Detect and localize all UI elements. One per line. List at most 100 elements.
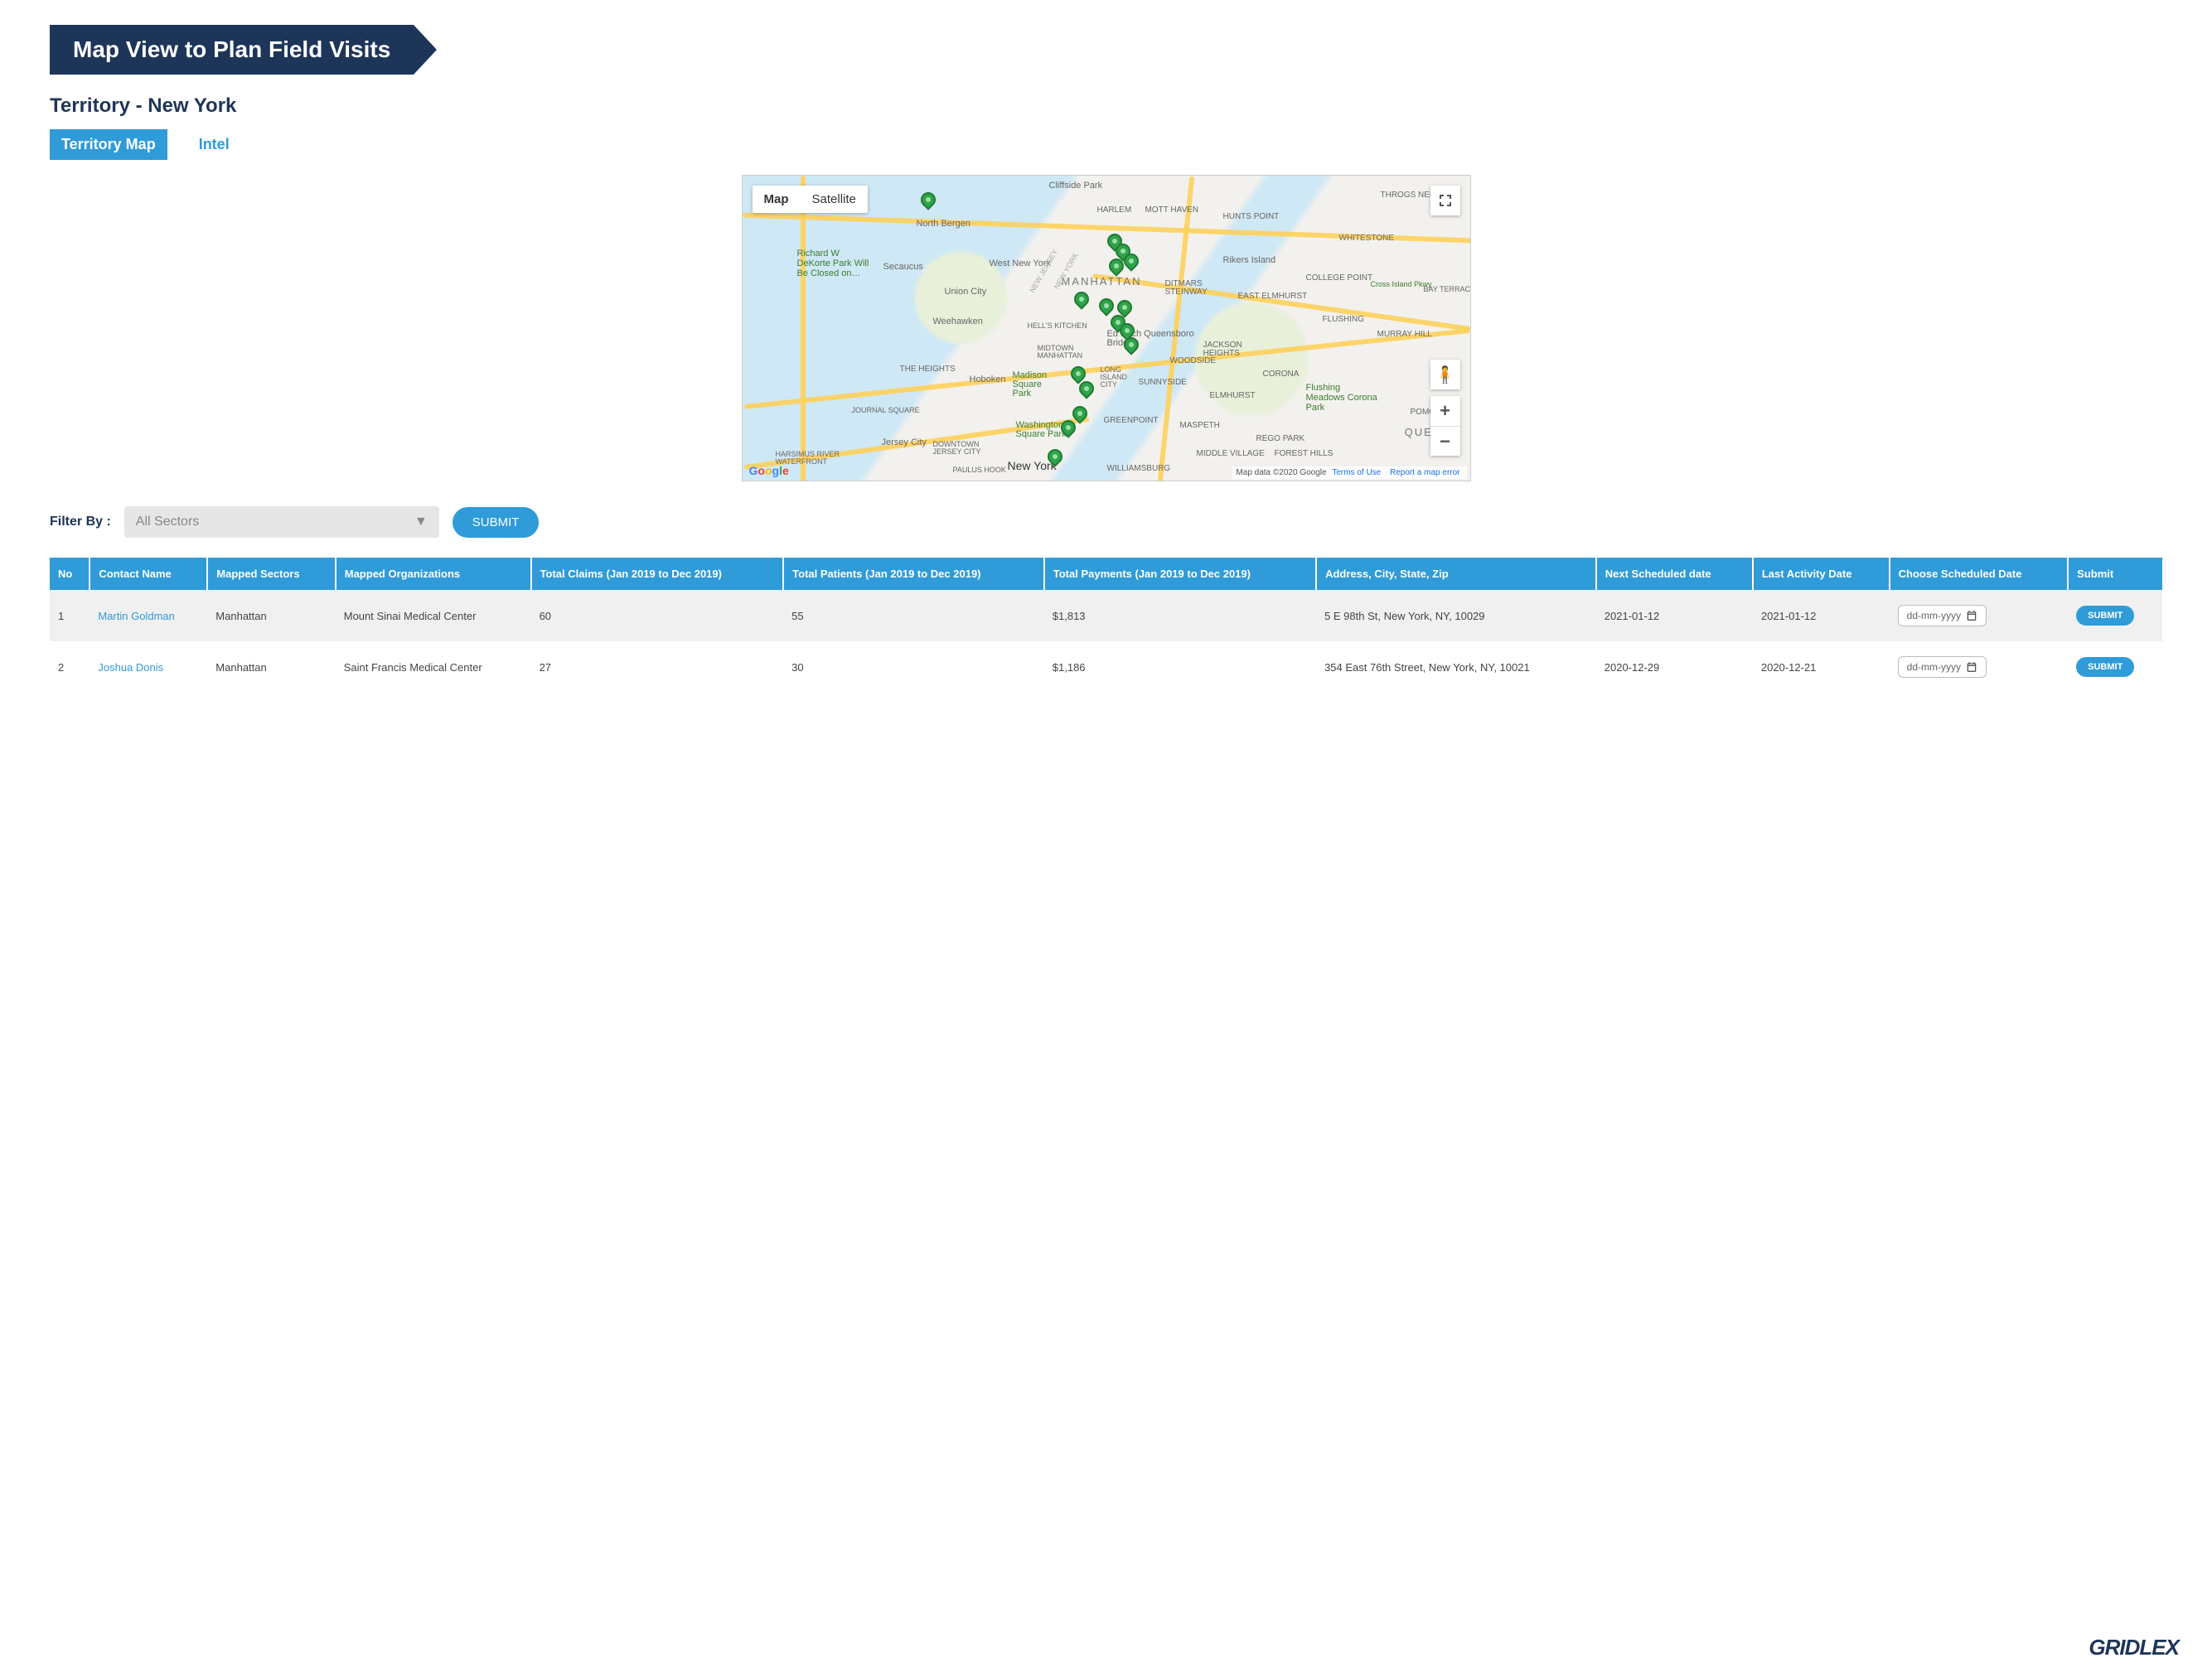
map-label-downtown: DOWNTOWN JERSEY CITY: [933, 441, 991, 456]
map-label-rikers: Rikers Island: [1223, 255, 1276, 265]
cell-orgs: Saint Francis Medical Center: [336, 641, 531, 693]
map-label-cross-is: Cross Island Pkwy: [1371, 280, 1432, 288]
column-header: Contact Name: [90, 558, 207, 590]
map-label-college-pt: COLLEGE POINT: [1306, 273, 1373, 283]
row-submit-button[interactable]: SUBMIT: [2076, 657, 2134, 677]
cell-no: 1: [50, 590, 90, 641]
column-header: Mapped Sectors: [207, 558, 335, 590]
column-header: Total Patients (Jan 2019 to Dec 2019): [783, 558, 1044, 590]
map-label-cliffside: Cliffside Park: [1049, 181, 1103, 191]
map-pin[interactable]: [1096, 295, 1116, 316]
map-type-map[interactable]: Map: [753, 186, 801, 213]
territory-heading: Territory - New York: [50, 94, 2162, 118]
map-label-hunts: HUNTS POINT: [1223, 212, 1280, 221]
contact-link[interactable]: Martin Goldman: [98, 610, 174, 622]
map-attribution: Map data ©2020 Google Terms of Use Repor…: [1232, 466, 1466, 479]
column-header: Address, City, State, Zip: [1316, 558, 1596, 590]
filter-row: Filter By : All Sectors SUBMIT: [50, 506, 2162, 538]
table-row: 1 Martin Goldman ManhattanMount Sinai Medi…: [50, 590, 2162, 641]
map-label-weehawken: Weehawken: [933, 317, 983, 326]
map-label-west-ny: West New York: [990, 259, 1051, 268]
map-label-greenpoint: GREENPOINT: [1104, 416, 1159, 425]
cell-claims: 27: [531, 641, 784, 693]
map-label-flushing-meadows: Flushing Meadows Corona Park: [1306, 383, 1381, 413]
zoom-in-button[interactable]: +: [1430, 396, 1460, 426]
column-header: Submit: [2068, 558, 2162, 590]
cell-sectors: Manhattan: [207, 641, 335, 693]
map-label-bay-terrace: BAY TERRACE: [1424, 285, 1471, 293]
gridlex-logo: GRIDLEX: [2089, 1635, 2179, 1660]
map-label-paulus: PAULUS HOOK: [953, 466, 1006, 474]
map-label-hells: HELL'S KITCHEN: [1028, 321, 1087, 330]
map-pin[interactable]: [1044, 446, 1065, 466]
column-header: Total Payments (Jan 2019 to Dec 2019): [1044, 558, 1316, 590]
filter-label: Filter By :: [50, 515, 111, 529]
tab-intel[interactable]: Intel: [187, 129, 241, 160]
cell-last: 2020-12-21: [1753, 641, 1890, 693]
cell-payments: $1,186: [1044, 641, 1316, 693]
calendar-icon: [1966, 661, 1977, 673]
cell-no: 2: [50, 641, 90, 693]
map-label-forest-hills: FOREST HILLS: [1275, 449, 1333, 458]
contacts-table: NoContact NameMapped SectorsMapped Organ…: [50, 558, 2162, 693]
map-label-corona: CORONA: [1263, 370, 1300, 379]
sector-select[interactable]: All Sectors: [124, 506, 439, 538]
map-label-rego: REGO PARK: [1256, 434, 1305, 443]
map-label-flushing: FLUSHING: [1323, 315, 1365, 324]
row-submit-button[interactable]: SUBMIT: [2076, 606, 2134, 626]
map-label-nys: NEW YORK: [1052, 251, 1079, 290]
tab-territory-map[interactable]: Territory Map: [50, 129, 167, 160]
cell-payments: $1,813: [1044, 590, 1316, 641]
map-type-satellite[interactable]: Satellite: [801, 186, 868, 213]
banner-title: Map View to Plan Field Visits: [73, 36, 390, 63]
map-label-harlem: HARLEM: [1097, 205, 1132, 215]
cell-last: 2021-01-12: [1753, 590, 1890, 641]
column-header: No: [50, 558, 90, 590]
cell-next: 2020-12-29: [1596, 641, 1753, 693]
cell-next: 2021-01-12: [1596, 590, 1753, 641]
cell-claims: 60: [531, 590, 784, 641]
table-row: 2 Joshua Donis ManhattanSaint Francis Medi…: [50, 641, 2162, 693]
cell-address: 5 E 98th St, New York, NY, 10029: [1316, 590, 1596, 641]
map-label-sunnyside: SUNNYSIDE: [1139, 378, 1187, 387]
contact-link[interactable]: Joshua Donis: [98, 661, 163, 674]
column-header: Mapped Organizations: [336, 558, 531, 590]
pegman-icon[interactable]: 🧍: [1430, 360, 1460, 389]
map-copyright: Map data ©2020 Google: [1236, 468, 1326, 477]
map-pin[interactable]: [1071, 288, 1091, 309]
view-tabs: Territory Map Intel: [50, 129, 2162, 160]
cell-patients: 30: [783, 641, 1044, 693]
cell-address: 354 East 76th Street, New York, NY, 1002…: [1316, 641, 1596, 693]
map-label-middle-village: MIDDLE VILLAGE: [1197, 449, 1265, 458]
zoom-out-button[interactable]: −: [1430, 426, 1460, 456]
google-logo: Google: [749, 464, 789, 477]
map-label-journal-sq: JOURNAL SQUARE: [852, 406, 920, 414]
cell-patients: 55: [783, 590, 1044, 641]
map-label-elmhurst: ELMHURST: [1210, 391, 1256, 400]
map-label-nj: NEW JERSEY: [1028, 248, 1059, 294]
calendar-icon: [1966, 610, 1977, 621]
map-pin[interactable]: [917, 189, 938, 210]
cell-sectors: Manhattan: [207, 590, 335, 641]
column-header: Choose Scheduled Date: [1890, 558, 2069, 590]
map-type-switch: Map Satellite: [753, 186, 868, 213]
date-input[interactable]: dd-mm-yyyy: [1898, 656, 1987, 678]
map-label-union-city: Union City: [945, 287, 987, 297]
cell-orgs: Mount Sinai Medical Center: [336, 590, 531, 641]
map-label-secaucus: Secaucus: [883, 262, 923, 272]
map-label-dekorte: Richard W DeKorte Park Will Be Closed on…: [797, 249, 872, 278]
column-header: Next Scheduled date: [1596, 558, 1753, 590]
territory-map[interactable]: MANHATTAN QUEENS New York Cliffside Park…: [742, 175, 1471, 481]
zoom-controls: + −: [1430, 396, 1460, 456]
map-label-midtown: MIDTOWN MANHATTAN: [1038, 345, 1096, 360]
column-header: Last Activity Date: [1753, 558, 1890, 590]
page-banner: Map View to Plan Field Visits: [50, 25, 414, 75]
terms-link[interactable]: Terms of Use: [1332, 468, 1381, 477]
filter-submit-button[interactable]: SUBMIT: [453, 507, 540, 538]
fullscreen-icon[interactable]: [1430, 186, 1460, 215]
map-label-heights: THE HEIGHTS: [900, 365, 956, 374]
report-error-link[interactable]: Report a map error: [1390, 468, 1459, 477]
column-header: Total Claims (Jan 2019 to Dec 2019): [531, 558, 784, 590]
date-input[interactable]: dd-mm-yyyy: [1898, 605, 1987, 626]
map-label-maspeth: MASPETH: [1180, 421, 1220, 430]
